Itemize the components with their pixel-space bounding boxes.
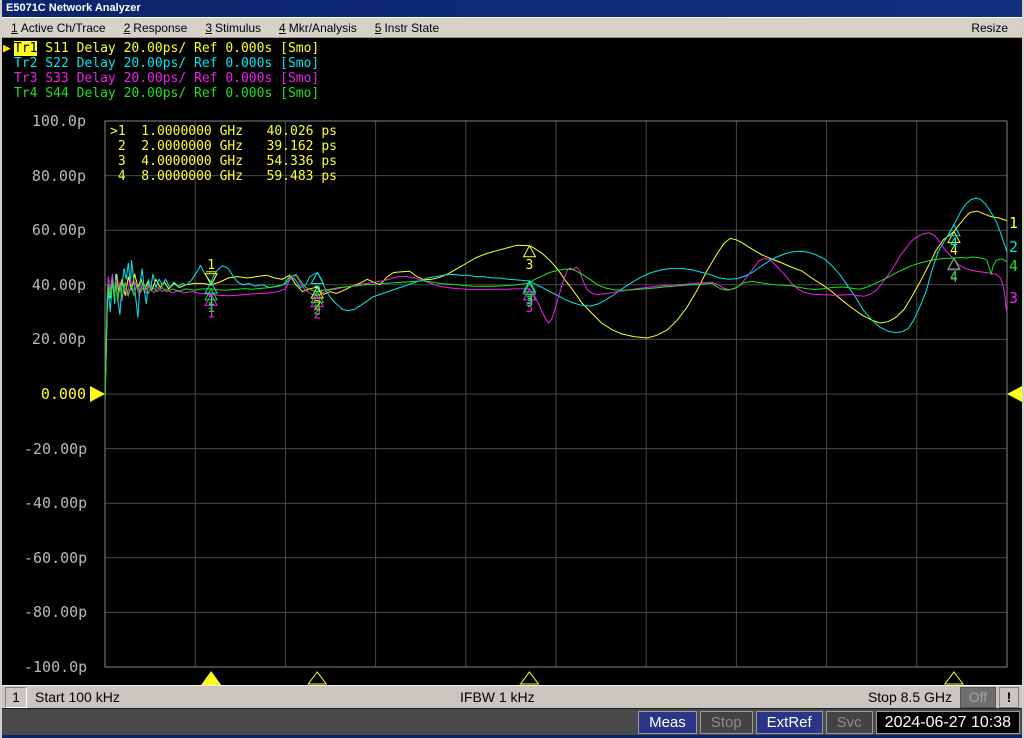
y-axis-tick-label: -60.00p — [24, 549, 86, 567]
y-axis-tick-label: 60.00p — [24, 221, 86, 239]
marker-table-row: 3 4.0000000 GHz 54.336 ps — [110, 154, 337, 169]
menu-item-stimulus[interactable]: 3Stimulus — [196, 21, 270, 35]
y-axis-tick-label: 80.00p — [24, 167, 86, 185]
off-button[interactable]: Off — [960, 687, 996, 708]
window-title: E5071C Network Analyzer — [6, 2, 141, 14]
trace-end-label: 1 — [1009, 214, 1018, 232]
marker-2-tr2-icon — [311, 273, 323, 284]
active-trace-arrow-icon: ▶ — [3, 41, 11, 56]
menu-item-resize[interactable]: Resize — [957, 18, 1022, 37]
trace-end-label: 4 — [1009, 257, 1018, 275]
trace-info-tr4[interactable]: Tr4 S44 Delay 20.00ps/ Ref 0.000s [Smo] — [2, 86, 319, 101]
alert-indicator[interactable]: ! — [999, 687, 1019, 708]
trace-end-label: 3 — [1009, 289, 1018, 307]
stop-indicator: Stop — [700, 711, 753, 734]
start-frequency-label: Start 100 kHz — [35, 689, 120, 705]
y-axis-tick-label: 100.0p — [24, 112, 86, 130]
title-bar: E5071C Network Analyzer — [2, 0, 1022, 17]
graticule — [105, 121, 1007, 667]
y-axis-tick-label: -100.0p — [24, 658, 86, 676]
trace-markers[interactable]: 1111222233334444 — [205, 225, 960, 323]
extref-indicator: ExtRef — [756, 711, 823, 734]
menu-item-active-ch-trace[interactable]: 1Active Ch/Trace — [2, 21, 115, 35]
channel-indicator: 1 — [5, 687, 27, 708]
y-axis-tick-label: 40.00p — [24, 276, 86, 294]
ref-arrow-right-icon — [1007, 386, 1022, 402]
y-axis-tick-label: -80.00p — [24, 603, 86, 621]
svg-text:1: 1 — [207, 258, 215, 273]
marker-table: >1 1.0000000 GHz 40.026 ps 2 2.0000000 G… — [110, 124, 337, 184]
axis-marker-4-icon — [945, 672, 963, 684]
svg-text:3: 3 — [526, 295, 534, 310]
marker-table-row: 2 2.0000000 GHz 39.162 ps — [110, 139, 337, 154]
svg-text:1: 1 — [207, 301, 215, 316]
menu-bar: 1Active Ch/Trace2Response3Stimulus4Mkr/A… — [2, 17, 1022, 38]
analyzer-screen: E5071C Network Analyzer 1Active Ch/Trace… — [0, 0, 1024, 738]
ref-level-label: 0.000 — [24, 385, 86, 403]
marker-table-row: >1 1.0000000 GHz 40.026 ps — [110, 124, 337, 139]
display-area: 1111222233334444 ▶Tr1 S11 Delay 20.00ps/… — [2, 38, 1022, 685]
menu-item-mkr-analysis[interactable]: 4Mkr/Analysis — [270, 21, 366, 35]
stop-frequency-label: Stop 8.5 GHz — [868, 689, 952, 705]
ref-arrow-left-icon — [90, 386, 105, 402]
system-bar: Meas Stop ExtRef Svc 2024-06-27 10:38 — [2, 708, 1022, 735]
marker-axis-indicators[interactable] — [201, 671, 963, 685]
ifbw-label: IFBW 1 kHz — [460, 689, 535, 705]
menu-items: 1Active Ch/Trace2Response3Stimulus4Mkr/A… — [2, 21, 448, 35]
meas-indicator: Meas — [638, 711, 697, 734]
status-bar: 1 Start 100 kHz IFBW 1 kHz Stop 8.5 GHz … — [2, 685, 1022, 708]
marker-table-row: 4 8.0000000 GHz 59.483 ps — [110, 169, 337, 184]
axis-marker-2-icon — [308, 672, 326, 684]
y-axis-tick-label: -20.00p — [24, 440, 86, 458]
axis-marker-3-icon — [520, 672, 538, 684]
datetime-display: 2024-06-27 10:38 — [876, 711, 1020, 734]
menu-item-instr-state[interactable]: 5Instr State — [366, 21, 448, 35]
y-axis-tick-label: -40.00p — [24, 494, 86, 512]
y-axis-tick-label: 20.00p — [24, 330, 86, 348]
menu-item-response[interactable]: 2Response — [115, 21, 197, 35]
svg-text:3: 3 — [526, 258, 534, 273]
trace-info-tr2[interactable]: Tr2 S22 Delay 20.00ps/ Ref 0.000s [Smo] — [2, 56, 319, 71]
axis-marker-1-icon — [201, 671, 221, 685]
trace-info-block: ▶Tr1 S11 Delay 20.00ps/ Ref 0.000s [Smo]… — [2, 41, 319, 101]
svc-indicator: Svc — [826, 711, 873, 734]
svg-text:4: 4 — [950, 270, 958, 285]
svg-text:2: 2 — [313, 304, 321, 319]
trace-end-label: 2 — [1009, 238, 1018, 256]
trace-info-tr3[interactable]: Tr3 S33 Delay 20.00ps/ Ref 0.000s [Smo] — [2, 71, 319, 86]
svg-text:4: 4 — [950, 237, 958, 252]
trace-info-tr1[interactable]: ▶Tr1 S11 Delay 20.00ps/ Ref 0.000s [Smo] — [2, 41, 319, 56]
